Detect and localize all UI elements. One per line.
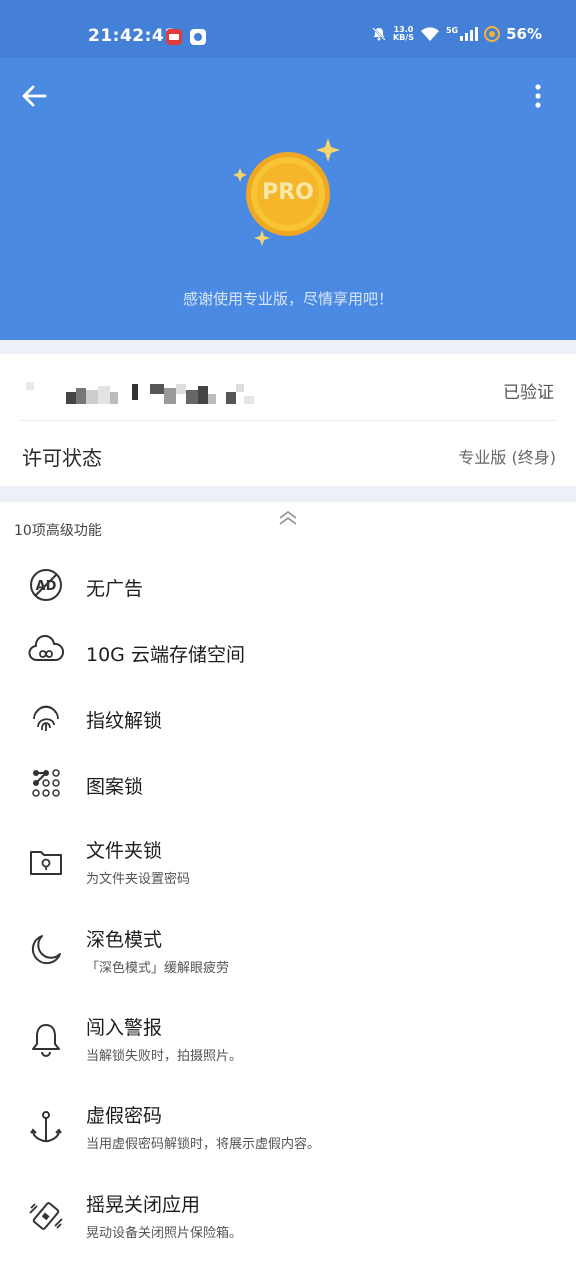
account-row: 已验证 — [0, 354, 576, 424]
pattern-lock-icon — [32, 769, 60, 797]
net-speed: 13.0 KB/S — [392, 25, 414, 42]
sparkle-icon — [254, 230, 270, 246]
divider — [20, 420, 556, 421]
feature-no-ads[interactable]: AD 无广告 — [0, 555, 576, 615]
license-status-label: 许可状态 — [22, 446, 102, 470]
feature-cloud-storage[interactable]: 10G 云端存储空间 — [0, 621, 576, 681]
pro-coin-badge: PRO — [230, 138, 346, 254]
feature-subtitle: 当解锁失败时，拍摄照片。 — [86, 1049, 243, 1064]
notification-app-icon — [190, 29, 206, 45]
status-bar: 21:42:41 13.0 KB/S 5G 56% — [0, 0, 576, 58]
folder-lock-icon — [30, 851, 62, 875]
double-chevron-up-icon — [279, 510, 297, 525]
battery-level: 56% — [506, 25, 542, 43]
feature-title: 文件夹锁 — [86, 840, 163, 862]
dark-mode-icon — [31, 935, 61, 965]
feature-subtitle: 为文件夹设置密码 — [86, 872, 191, 887]
feature-pattern-lock[interactable]: 图案锁 — [0, 753, 576, 813]
section-spacer — [0, 340, 576, 354]
cloud-storage-icon — [28, 635, 64, 661]
features-section-title: 10项高级功能 — [14, 523, 102, 539]
back-button[interactable] — [18, 80, 50, 112]
collapse-button[interactable] — [274, 508, 302, 528]
more-options-button[interactable] — [526, 80, 550, 112]
feature-shake-close[interactable]: 摇晃关闭应用 晃动设备关闭照片保险箱。 — [0, 1186, 576, 1246]
feature-subtitle: 「深色模式」缓解眼疲劳 — [86, 961, 230, 976]
battery-saver-icon — [484, 26, 501, 42]
feature-title: 摇晃关闭应用 — [86, 1194, 201, 1216]
pro-header: PRO 感谢使用专业版，尽情享用吧！ — [0, 58, 576, 340]
license-status-value: 专业版 (终身) — [458, 448, 556, 467]
fingerprint-icon — [33, 705, 59, 731]
intruder-alert-icon — [32, 1024, 60, 1057]
shake-close-icon — [29, 1202, 63, 1230]
feature-title: 虚假密码 — [86, 1105, 163, 1127]
feature-fingerprint[interactable]: 指纹解锁 — [0, 687, 576, 747]
sparkle-icon — [316, 138, 340, 162]
section-spacer — [0, 486, 576, 502]
more-vert-icon — [535, 84, 541, 108]
feature-title: 无广告 — [86, 578, 144, 600]
verified-label: 已验证 — [503, 383, 554, 403]
news-app-icon — [166, 29, 182, 45]
feature-title: 闯入警报 — [86, 1017, 163, 1039]
feature-title: 10G 云端存储空间 — [86, 644, 245, 666]
feature-fake-password[interactable]: 虚假密码 当用虚假密码解锁时，将展示虚假内容。 — [0, 1097, 576, 1157]
thanks-message: 感谢使用专业版，尽情享用吧！ — [182, 290, 393, 308]
masked-account-image — [26, 382, 254, 404]
cell-signal-icon — [460, 27, 479, 41]
feature-title: 指纹解锁 — [86, 710, 163, 732]
features-sheet: 10项高级功能 AD 无广告 10G 云端存储空间 指纹解锁 图案锁 文件夹锁 … — [0, 502, 576, 1280]
pro-badge-text: PRO — [262, 180, 314, 205]
feature-dark-mode[interactable]: 深色模式 「深色模式」缓解眼疲劳 — [0, 920, 576, 980]
signal-type: 5G — [445, 25, 459, 35]
feature-intruder-alert[interactable]: 闯入警报 当解锁失败时，拍摄照片。 — [0, 1009, 576, 1069]
mute-bell-icon — [372, 27, 386, 41]
status-indicators: 13.0 KB/S 5G 56% — [371, 25, 542, 43]
wifi-icon — [420, 26, 439, 41]
status-time: 21:42:41 — [88, 26, 177, 46]
license-status-row: 许可状态 专业版 (终身) — [0, 424, 576, 488]
feature-title: 图案锁 — [86, 776, 144, 798]
back-arrow-icon — [22, 85, 47, 107]
feature-subtitle: 当用虚假密码解锁时，将展示虚假内容。 — [86, 1137, 321, 1152]
no-ads-icon: AD — [30, 569, 62, 601]
fake-password-icon — [30, 1111, 62, 1143]
feature-folder-lock[interactable]: 文件夹锁 为文件夹设置密码 — [0, 832, 576, 892]
feature-subtitle: 晃动设备关闭照片保险箱。 — [86, 1226, 243, 1241]
feature-title: 深色模式 — [86, 929, 163, 951]
